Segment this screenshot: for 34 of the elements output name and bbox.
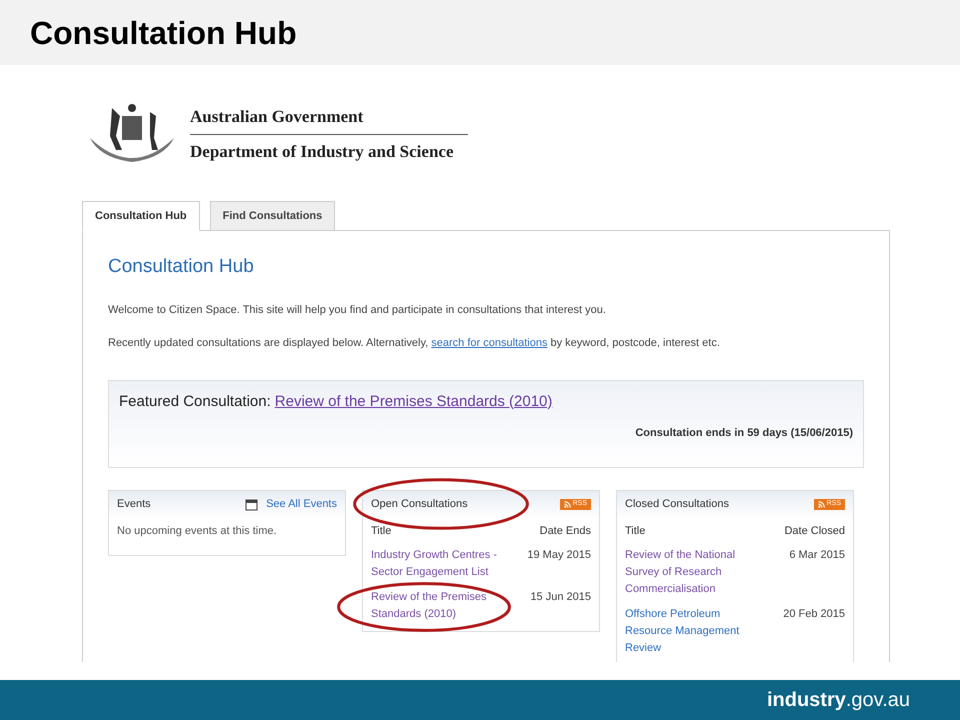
date-cell-text: 6 Mar 2015 (789, 548, 845, 563)
panel-title: Events (117, 497, 151, 512)
tab[interactable]: Consultation Hub (82, 201, 200, 231)
consultation-link[interactable]: Offshore Petroleum Resource Management Review (625, 606, 765, 657)
consultation-link[interactable]: Industry Growth Centres - Sector Engagement List (371, 547, 511, 581)
rss-icon (818, 501, 825, 508)
events-empty-text: No upcoming events at this time. (116, 524, 278, 538)
intro-text: Welcome to Citizen Space. This site will help you find and participate in consultations that interest you. (108, 302, 607, 318)
see-all-events-link[interactable]: See All Events (266, 496, 337, 513)
panel-title: Closed Consultations (625, 497, 729, 512)
column-header: Title (371, 524, 392, 538)
tab[interactable]: Find Consultations (210, 201, 336, 231)
calendar-icon (245, 498, 258, 511)
column-header: Date Closed (784, 524, 845, 538)
page-heading: Consultation Hub (108, 255, 255, 279)
date-cell-text: 19 May 2015 (527, 548, 591, 563)
featured-label: Featured Consultation: (119, 392, 271, 412)
intro-text: Recently updated consultations are displayed below. Alternatively, (108, 337, 430, 349)
column-header: Title (625, 524, 646, 538)
intro-text: by keyword, postcode, interest etc. (550, 337, 720, 349)
consultation-link[interactable]: Review of the National Survey of Research Commercialisation (625, 547, 765, 598)
slide-title: Consultation Hub (30, 14, 297, 52)
department-name: Department of Industry and Science (190, 140, 454, 163)
consultation-link[interactable]: Review of the Premises Standards (2010) (371, 589, 511, 623)
rss-icon (564, 501, 571, 508)
date-cell-text: 20 Feb 2015 (783, 607, 845, 622)
date-cell-text: 15 Jun 2015 (530, 590, 591, 605)
column-header: Date Ends (540, 524, 591, 538)
government-name: Australian Government (190, 104, 468, 134)
panel-title: Open Consultations (371, 497, 468, 512)
featured-link[interactable]: Review of the Premises Standards (2010) (274, 390, 552, 413)
end-notice: Consultation ends in 59 days (15/06/2015) (635, 426, 853, 441)
search-link[interactable]: search for consultations (431, 337, 548, 349)
site-address: industry.gov.au (766, 688, 910, 713)
